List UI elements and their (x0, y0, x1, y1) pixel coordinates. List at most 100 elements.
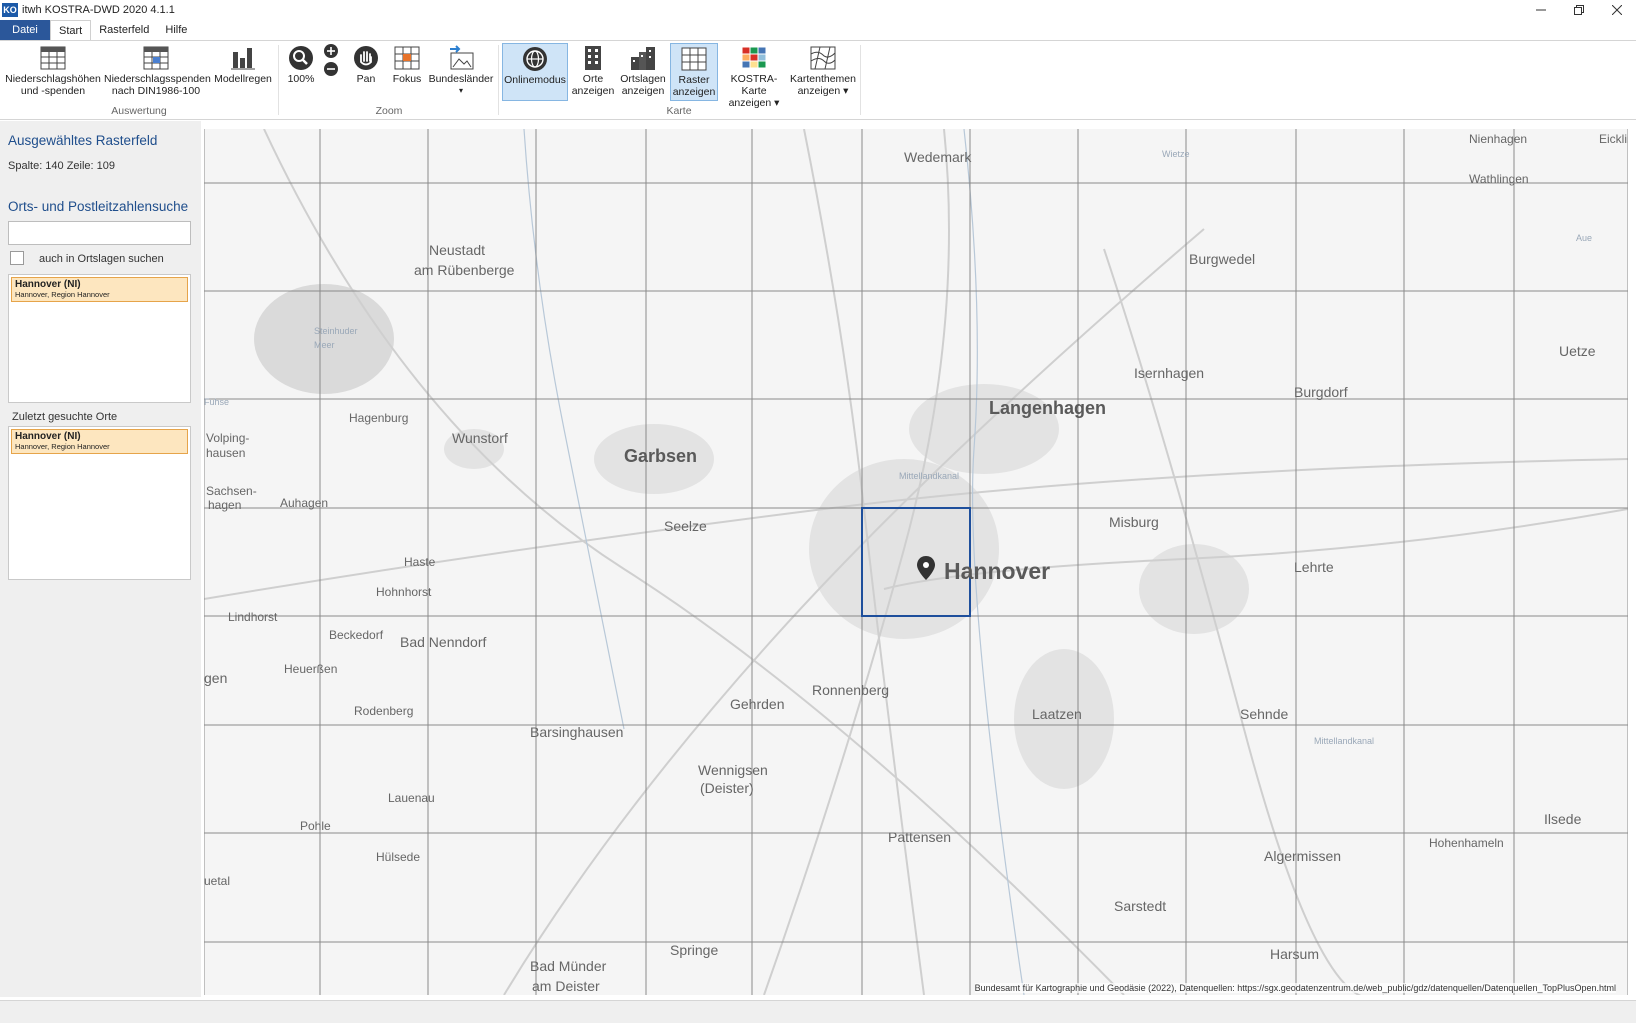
plus-icon (324, 44, 338, 58)
close-button[interactable] (1598, 0, 1636, 20)
result-name: Hannover (NI) (15, 279, 81, 290)
table-icon (40, 46, 66, 70)
place-label: hausen (206, 446, 245, 460)
ribbon-separator (498, 45, 499, 115)
ribbon-separator (860, 45, 861, 115)
restore-icon (1574, 5, 1584, 15)
raster-anzeigen-button[interactable]: Raster anzeigen (670, 43, 718, 101)
colored-grid-icon (741, 46, 767, 69)
tab-hilfe[interactable]: Hilfe (157, 20, 195, 40)
place-label: Rodenberg (354, 704, 413, 718)
ortslagen-label-2: anzeigen (621, 85, 665, 97)
raster-label-1: Raster (678, 74, 710, 86)
map-layers-icon (810, 46, 836, 70)
zoom-out-button[interactable] (320, 61, 342, 79)
place-label: Hohenhameln (1429, 836, 1504, 850)
niederschlagshoehen-button[interactable]: Niederschlagshöhen und -spenden (4, 43, 102, 101)
close-icon (1612, 5, 1622, 15)
place-label: Neustadt (429, 242, 485, 258)
place-label: Bad Münder (530, 958, 607, 974)
place-label: Wunstorf (452, 430, 508, 446)
place-label: Wedemark (904, 149, 972, 165)
place-label: Algermissen (1264, 848, 1341, 864)
map-view[interactable]: Wedemark Neustadt am Rübenberge Burgwedel St… (204, 129, 1628, 995)
kostra-karte-button[interactable]: KOSTRA-Karte anzeigen ▾ (720, 43, 788, 109)
place-label: Wietze (1162, 149, 1190, 159)
kostra-karte-label-1: KOSTRA-Karte (730, 73, 778, 97)
fokus-label: Fokus (392, 73, 422, 85)
window-controls (1522, 0, 1636, 20)
search-input[interactable] (8, 221, 191, 245)
group-label-auswertung: Auswertung (111, 105, 167, 117)
fokus-button[interactable]: Fokus (388, 43, 426, 101)
table-din-icon (143, 46, 169, 70)
place-label: Wathlingen (1469, 172, 1529, 186)
status-bar (0, 1000, 1636, 1023)
onlinemodus-button[interactable]: Onlinemodus (502, 43, 568, 101)
minus-icon (324, 62, 338, 76)
menu-datei[interactable]: Datei (0, 20, 50, 40)
modellregen-button[interactable]: Modellregen (212, 43, 274, 101)
onlinemodus-label: Onlinemodus (504, 74, 566, 86)
place-label: hagen (208, 498, 241, 512)
recent-searches-list[interactable]: Hannover (NI) Hannover, Region Hannover (8, 426, 191, 580)
search-results-list[interactable]: Hannover (NI) Hannover, Region Hannover (8, 274, 191, 403)
place-label: Hagenburg (349, 411, 408, 425)
buildings-icon (631, 47, 655, 70)
place-label: Heuerßen (284, 662, 337, 676)
tab-rasterfeld[interactable]: Rasterfeld (91, 20, 157, 40)
ortslagen-anzeigen-button[interactable]: Ortslagen anzeigen (620, 43, 666, 101)
kartenthemen-label-1: Kartenthemen (790, 73, 856, 85)
orte-anzeigen-button[interactable]: Orte anzeigen (570, 43, 616, 101)
zoom-100-label: 100% (287, 73, 315, 85)
window-title: itwh KOSTRA-DWD 2020 4.1.1 (22, 4, 175, 16)
place-label: Harsum (1270, 946, 1319, 962)
ortslagen-label-1: Ortslagen (620, 73, 666, 85)
place-label: Eicklin (1599, 132, 1628, 146)
globe-icon (523, 47, 547, 71)
place-label: Springe (670, 942, 718, 958)
place-label: Garbsen (624, 446, 697, 466)
grid-icon (681, 47, 707, 71)
title-bar: KO itwh KOSTRA-DWD 2020 4.1.1 (0, 0, 1636, 20)
list-item[interactable]: Hannover (NI) Hannover, Region Hannover (11, 429, 188, 454)
pan-button[interactable]: Pan (346, 43, 386, 101)
place-label: Hohnhorst (376, 585, 432, 599)
search-heading: Orts- und Postleitzahlensuche (8, 199, 189, 214)
place-label: Sachsen- (206, 484, 257, 498)
place-label: Hannover (944, 558, 1050, 584)
place-label: Lehrte (1294, 559, 1334, 575)
orte-label-1: Orte (582, 73, 604, 85)
place-label: Misburg (1109, 514, 1159, 530)
place-label: uetal (204, 874, 230, 888)
kartenthemen-button[interactable]: Kartenthemen anzeigen ▾ (790, 43, 856, 101)
place-label: Isernhagen (1134, 365, 1204, 381)
bundeslaender-label: Bundesländer (428, 73, 494, 85)
place-label: (Deister) (700, 780, 754, 796)
niederschlagshoehen-label-1: Niederschlagshöhen (5, 73, 101, 85)
restore-button[interactable] (1560, 0, 1598, 20)
list-item[interactable]: Hannover (NI) Hannover, Region Hannover (11, 277, 188, 302)
zoom-100-button[interactable]: 100% (284, 43, 318, 101)
niederschlagshoehen-label-2: und -spenden (20, 85, 86, 97)
place-label: Aue (1576, 233, 1592, 243)
tab-start[interactable]: Start (50, 20, 92, 40)
place-label: Bad Nenndorf (400, 634, 487, 650)
menu-bar: Datei Start Rasterfeld Hilfe (0, 20, 1636, 40)
place-label: Beckedorf (329, 628, 384, 642)
bundeslaender-button[interactable]: Bundesländer ▾ (428, 43, 494, 101)
grid-focus-icon (394, 46, 420, 70)
minimize-button[interactable] (1522, 0, 1560, 20)
map-canvas[interactable]: Wedemark Neustadt am Rübenberge Burgwedel St… (204, 129, 1628, 995)
place-label: Lauenau (388, 791, 435, 805)
niederschlagsspenden-button[interactable]: Niederschlagsspenden nach DIN1986-100 (104, 43, 211, 101)
place-label: gen (204, 670, 227, 686)
group-label-zoom: Zoom (375, 105, 403, 117)
map-import-icon (450, 45, 474, 70)
ortslagen-checkbox[interactable] (10, 251, 24, 265)
pan-label: Pan (356, 73, 376, 85)
zoom-in-button[interactable] (320, 43, 342, 61)
place-label: Ilsede (1544, 811, 1582, 827)
place-label: Hülsede (376, 850, 420, 864)
place-label: Uetze (1559, 343, 1596, 359)
